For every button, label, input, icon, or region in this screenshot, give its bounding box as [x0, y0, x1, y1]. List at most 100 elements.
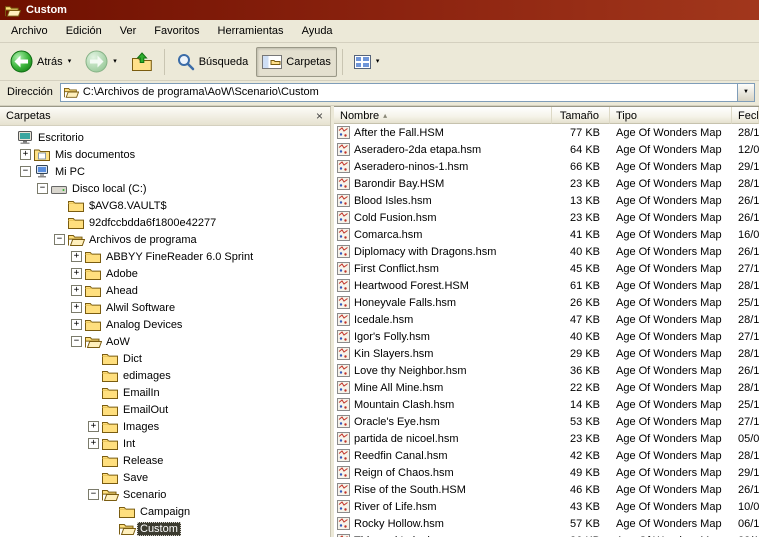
- back-dropdown-caret[interactable]: ▾: [68, 58, 72, 65]
- column-header-nombre[interactable]: Nombre ▴: [334, 107, 552, 124]
- file-row-rise-of-the-south-hsm[interactable]: Rise of the South.HSM 46 KB Age Of Wonders…: [334, 481, 759, 498]
- address-dropdown-button[interactable]: ▼: [737, 83, 754, 101]
- file-size: 36 KB: [570, 364, 600, 377]
- address-combo[interactable]: C:\Archivos de programa\AoW\Scenario\Cus…: [59, 82, 755, 102]
- file-row-reign-of-chaos-hsm[interactable]: Reign of Chaos.hsm 49 KB Age Of Wonders Ma…: [334, 464, 759, 481]
- file-date: 26/1: [738, 211, 759, 224]
- file-row-river-of-life-hsm[interactable]: River of Life.hsm 43 KB Age Of Wonders Map…: [334, 498, 759, 515]
- menu-edici-n[interactable]: Edición: [57, 22, 111, 41]
- tree-item-analog-devices[interactable]: + Analog Devices: [0, 316, 330, 333]
- tree-item-92dfccbdda6f1800e42277[interactable]: 92dfccbdda6f1800e42277: [0, 214, 330, 231]
- map-file-icon: [337, 364, 350, 377]
- file-row-blood-isles-hsm[interactable]: Blood Isles.hsm 13 KB Age Of Wonders Map 26…: [334, 192, 759, 209]
- address-value[interactable]: C:\Archivos de programa\AoW\Scenario\Cus…: [83, 86, 733, 98]
- file-row-first-conflict-hsm[interactable]: First Conflict.hsm 45 KB Age Of Wonders Ma…: [334, 260, 759, 277]
- tree-item-emailout[interactable]: EmailOut: [0, 401, 330, 418]
- column-header-tipo[interactable]: Tipo: [610, 107, 732, 124]
- file-row-cold-fusion-hsm[interactable]: Cold Fusion.hsm 23 KB Age Of Wonders Map 26…: [334, 209, 759, 226]
- expand-toggle[interactable]: +: [71, 302, 82, 313]
- back-button[interactable]: Atrás ▾: [4, 47, 77, 77]
- file-row-mountain-clash-hsm[interactable]: Mountain Clash.hsm 14 KB Age Of Wonders Ma…: [334, 396, 759, 413]
- file-row-thinreed-lake-hsm[interactable]: Thinreed Lake.hsm36 KBAge Of Wonders Map…: [334, 532, 759, 537]
- menu-archivo[interactable]: Archivo: [2, 22, 57, 41]
- tree-item-aow[interactable]: − AoW: [0, 333, 330, 350]
- column-header-tama-o[interactable]: Tamaño: [552, 107, 610, 124]
- file-row-aseradero-ninos-1-hsm[interactable]: Aseradero-ninos-1.hsm 66 KB Age Of Wonders…: [334, 158, 759, 175]
- menu-ayuda[interactable]: Ayuda: [293, 22, 342, 41]
- expand-toggle[interactable]: +: [88, 438, 99, 449]
- file-row-diplomacy-with-dragons-hsm[interactable]: Diplomacy with Dragons.hsm 40 KB Age Of Wo…: [334, 243, 759, 260]
- collapse-toggle[interactable]: −: [37, 183, 48, 194]
- expand-toggle[interactable]: +: [71, 251, 82, 262]
- file-row-reedfin-canal-hsm[interactable]: Reedfin Canal.hsm 42 KB Age Of Wonders Map…: [334, 447, 759, 464]
- expand-toggle[interactable]: +: [71, 268, 82, 279]
- file-row-after-the-fall-hsm[interactable]: After the Fall.HSM 77 KB Age Of Wonders Ma…: [334, 124, 759, 141]
- collapse-toggle[interactable]: −: [20, 166, 31, 177]
- expand-toggle[interactable]: +: [71, 319, 82, 330]
- titlebar[interactable]: Custom: [0, 0, 759, 20]
- file-row-kin-slayers-hsm[interactable]: Kin Slayers.hsm 29 KB Age Of Wonders Map 28…: [334, 345, 759, 362]
- views-button[interactable]: ▾: [348, 47, 386, 77]
- forward-button[interactable]: ▾: [79, 47, 123, 77]
- tree-item-avg8-vault[interactable]: $AVG8.VAULT$: [0, 197, 330, 214]
- tree-item-label: Dict: [123, 352, 142, 365]
- file-row-aseradero-2da-etapa-hsm[interactable]: Aseradero-2da etapa.hsm 64 KB Age Of Wonde…: [334, 141, 759, 158]
- tree-item-custom[interactable]: Custom: [0, 520, 330, 537]
- file-list-panel: Nombre▴ Tamaño Tipo Fech After the Fall.HSM…: [334, 106, 759, 537]
- close-folders-button[interactable]: ×: [314, 110, 325, 122]
- tree-item-alwil-software[interactable]: + Alwil Software: [0, 299, 330, 316]
- tree-item-emailin[interactable]: EmailIn: [0, 384, 330, 401]
- file-size: 26 KB: [570, 296, 600, 309]
- file-row-love-thy-neighbor-hsm[interactable]: Love thy Neighbor.hsm 36 KB Age Of Wonders…: [334, 362, 759, 379]
- file-row-heartwood-forest-hsm[interactable]: Heartwood Forest.HSM 61 KB Age Of Wonders …: [334, 277, 759, 294]
- collapse-toggle[interactable]: −: [88, 489, 99, 500]
- file-row-partida-de-nicoel-hsm[interactable]: partida de nicoel.hsm 23 KB Age Of Wonders…: [334, 430, 759, 447]
- tree-item-label: Disco local (C:): [72, 182, 147, 195]
- expand-toggle[interactable]: +: [20, 149, 31, 160]
- expand-toggle[interactable]: +: [71, 285, 82, 296]
- tree-item-edimages[interactable]: edimages: [0, 367, 330, 384]
- file-row-rocky-hollow-hsm[interactable]: Rocky Hollow.hsm 57 KB Age Of Wonders Map 0…: [334, 515, 759, 532]
- main-area: Carpetas × Escritorio + Mis documentos − Mi …: [0, 106, 759, 537]
- collapse-toggle[interactable]: −: [71, 336, 82, 347]
- tree-item-save[interactable]: Save: [0, 469, 330, 486]
- tree-item-release[interactable]: Release: [0, 452, 330, 469]
- column-label: Fech: [738, 109, 758, 122]
- file-row-oracle-s-eye-hsm[interactable]: Oracle's Eye.hsm 53 KB Age Of Wonders Map 2…: [334, 413, 759, 430]
- file-row-icedale-hsm[interactable]: Icedale.hsm 47 KB Age Of Wonders Map 28/1: [334, 311, 759, 328]
- forward-dropdown-caret[interactable]: ▾: [113, 58, 117, 65]
- file-size: 14 KB: [570, 398, 600, 411]
- column-header-fech[interactable]: Fech: [732, 107, 759, 124]
- views-dropdown-caret[interactable]: ▾: [376, 58, 380, 65]
- tree-item-dict[interactable]: Dict: [0, 350, 330, 367]
- up-button[interactable]: [125, 47, 159, 77]
- collapse-toggle[interactable]: −: [54, 234, 65, 245]
- tree-item-mis-documentos[interactable]: + Mis documentos: [0, 146, 330, 163]
- map-file-icon: [337, 245, 350, 258]
- file-row-igor-s-folly-hsm[interactable]: Igor's Folly.hsm 40 KB Age Of Wonders Map 2…: [334, 328, 759, 345]
- tree-item-ahead[interactable]: + Ahead: [0, 282, 330, 299]
- tree-item-abbyy-finereader-6-0-sprint[interactable]: + ABBYY FineReader 6.0 Sprint: [0, 248, 330, 265]
- tree-item-int[interactable]: + Int: [0, 435, 330, 452]
- menu-ver[interactable]: Ver: [111, 22, 146, 41]
- file-row-barondir-bay-hsm[interactable]: Barondir Bay.HSM 23 KB Age Of Wonders Map 2…: [334, 175, 759, 192]
- file-name: partida de nicoel.hsm: [354, 432, 459, 445]
- tree-item-escritorio[interactable]: Escritorio: [0, 129, 330, 146]
- tree-item-images[interactable]: + Images: [0, 418, 330, 435]
- file-row-comarca-hsm[interactable]: Comarca.hsm 41 KB Age Of Wonders Map 16/0: [334, 226, 759, 243]
- tree-item-adobe[interactable]: + Adobe: [0, 265, 330, 282]
- folder-tree: Escritorio + Mis documentos − Mi PC − Disco lo…: [0, 126, 330, 537]
- tree-item-archivos-de-programa[interactable]: − Archivos de programa: [0, 231, 330, 248]
- file-row-honeyvale-falls-hsm[interactable]: Honeyvale Falls.hsm 26 KB Age Of Wonders M…: [334, 294, 759, 311]
- folders-button[interactable]: Carpetas: [256, 46, 337, 77]
- menu-herramientas[interactable]: Herramientas: [209, 22, 293, 41]
- tree-item-scenario[interactable]: − Scenario: [0, 486, 330, 503]
- tree-item-disco-local-c[interactable]: − Disco local (C:): [0, 180, 330, 197]
- menu-favoritos[interactable]: Favoritos: [145, 22, 208, 41]
- expand-toggle[interactable]: +: [88, 421, 99, 432]
- tree-item-campaign[interactable]: Campaign: [0, 503, 330, 520]
- tree-item-mi-pc[interactable]: − Mi PC: [0, 163, 330, 180]
- file-row-mine-all-mine-hsm[interactable]: Mine All Mine.hsm 22 KB Age Of Wonders Map…: [334, 379, 759, 396]
- search-button[interactable]: Búsqueda: [170, 47, 255, 77]
- file-date: 28/1: [738, 177, 759, 190]
